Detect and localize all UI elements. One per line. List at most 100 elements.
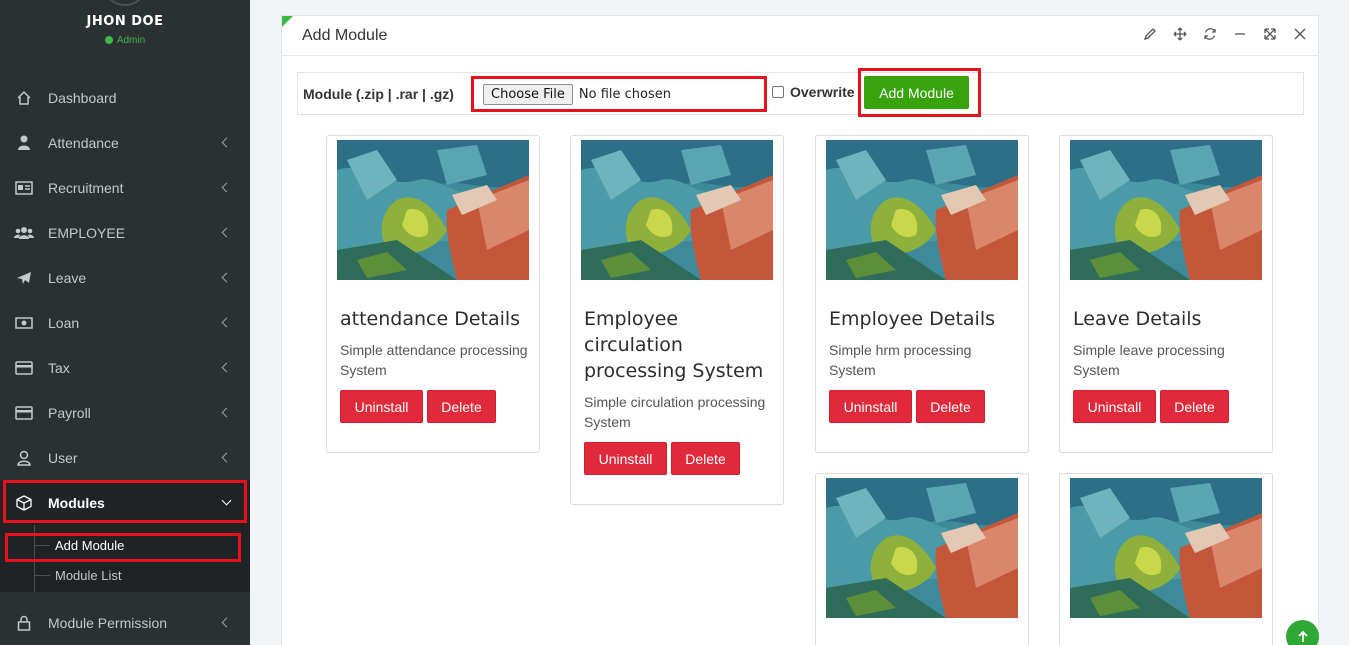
module-thumbnail (1070, 140, 1262, 280)
sidebar-item-tax[interactable]: Tax (0, 345, 250, 390)
sidebar-menu: Dashboard Attendance Recruitment EMPLOYE… (0, 75, 250, 525)
sidebar-item-loan[interactable]: Loan (0, 300, 250, 345)
delete-button[interactable]: Delete (671, 442, 740, 475)
minimize-icon[interactable] (1232, 26, 1248, 42)
upload-label: Module (.zip | .rar | .gz) (303, 85, 454, 102)
card-icon (14, 405, 34, 421)
user-box: JHON DOE Admin (0, 0, 250, 60)
overwrite-option: Overwrite (772, 84, 855, 100)
sidebar-item-attendance[interactable]: Attendance (0, 120, 250, 165)
card-actions: Uninstall Delete (340, 390, 530, 423)
card-body: Employee Details Simple hrm processing S… (829, 306, 1019, 423)
sidebar-item-recruitment[interactable]: Recruitment (0, 165, 250, 210)
module-thumbnail (581, 140, 773, 280)
close-icon[interactable] (1292, 26, 1308, 42)
module-thumbnail (826, 140, 1018, 280)
choose-file-button[interactable]: Choose File (483, 83, 573, 105)
card-body: Leave Details Simple leave processing Sy… (1073, 306, 1263, 423)
move-icon[interactable] (1172, 26, 1188, 42)
sidebar-item-label: EMPLOYEE (48, 224, 126, 241)
card-description: Simple circulation processing System (584, 394, 766, 430)
sidebar-item-dashboard[interactable]: Dashboard (0, 75, 250, 120)
submenu-item-label: Add Module (55, 537, 125, 553)
sidebar-item-payroll[interactable]: Payroll (0, 390, 250, 435)
card-title: attendance Details (340, 308, 521, 330)
sidebar-item-label: Leave (48, 269, 87, 286)
expand-icon[interactable] (1262, 26, 1278, 42)
overwrite-checkbox[interactable] (772, 86, 784, 98)
chevron-down-icon (221, 495, 232, 505)
sidebar-item-label: Modules (48, 494, 105, 511)
panel-title: Add Module (302, 26, 388, 44)
module-card-leave: Leave Details Simple leave processing Sy… (1059, 135, 1273, 453)
sidebar-item-leave[interactable]: Leave (0, 255, 250, 300)
chevron-left-icon (221, 317, 232, 327)
file-input[interactable]: Choose File No file chosen (471, 76, 767, 112)
id-card-icon (14, 180, 34, 196)
uninstall-button[interactable]: Uninstall (340, 390, 423, 423)
scroll-to-top-button[interactable] (1286, 620, 1319, 645)
sidebar-item-module-permission[interactable]: Module Permission (0, 600, 250, 645)
refresh-icon[interactable] (1202, 26, 1218, 42)
chevron-left-icon (221, 362, 232, 372)
card-title: Leave Details (1073, 308, 1202, 330)
add-module-button[interactable]: Add Module (864, 76, 969, 109)
submenu-item-module-list[interactable]: Module List (0, 560, 250, 590)
person-outline-icon (14, 450, 34, 466)
pencil-icon[interactable] (1142, 26, 1158, 42)
money-icon (14, 315, 34, 331)
submenu-item-label: Module List (55, 567, 122, 583)
sidebar-item-modules[interactable]: Modules (0, 480, 250, 525)
sidebar-item-label: Attendance (48, 134, 119, 151)
delete-button[interactable]: Delete (1160, 390, 1229, 423)
submenu-item-add-module[interactable]: Add Module (0, 530, 250, 560)
card-description: Simple hrm processing System (829, 342, 972, 378)
card-actions: Uninstall Delete (584, 442, 774, 475)
sidebar-item-label: Loan (48, 314, 80, 331)
module-thumbnail (826, 478, 1018, 618)
user-name: JHON DOE (86, 14, 164, 29)
module-card-employee: Employee Details Simple hrm processing S… (815, 135, 1029, 453)
user-role: Admin (0, 35, 250, 46)
overwrite-label: Overwrite (790, 84, 855, 100)
uninstall-button[interactable]: Uninstall (1073, 390, 1156, 423)
plane-icon (14, 270, 34, 286)
users-icon (14, 225, 34, 241)
card-title: Employee Details (829, 308, 996, 330)
delete-button[interactable]: Delete (427, 390, 496, 423)
sidebar-item-employee[interactable]: EMPLOYEE (0, 210, 250, 255)
chevron-left-icon (221, 617, 232, 627)
sidebar-item-label: Payroll (48, 404, 91, 421)
home-icon (14, 90, 34, 106)
chevron-left-icon (221, 272, 232, 282)
card-description: Simple attendance processing System (340, 342, 528, 378)
sidebar-item-label: Dashboard (48, 89, 117, 106)
module-card-circulation: Employee circulation processing System S… (570, 135, 784, 505)
panel-tools (1142, 26, 1308, 42)
module-card-attendance: attendance Details Simple attendance pro… (326, 135, 540, 453)
delete-button[interactable]: Delete (916, 390, 985, 423)
card-body: attendance Details Simple attendance pro… (340, 306, 530, 423)
chevron-left-icon (221, 407, 232, 417)
module-card-extra-2 (1059, 473, 1273, 645)
sidebar-item-label: Recruitment (48, 179, 124, 196)
module-card-extra-1 (815, 473, 1029, 645)
avatar[interactable] (102, 0, 148, 6)
online-status-icon (104, 36, 113, 44)
chevron-left-icon (221, 182, 232, 192)
user-role-label: Admin (116, 35, 146, 46)
chevron-left-icon (221, 227, 232, 237)
sidebar-item-label: Module Permission (48, 614, 168, 631)
card-actions: Uninstall Delete (829, 390, 1019, 423)
uninstall-button[interactable]: Uninstall (829, 390, 912, 423)
card-description: Simple leave processing System (1073, 342, 1225, 378)
add-module-highlight: Add Module (858, 68, 981, 117)
sidebar-item-label: User (48, 449, 78, 466)
sidebar-item-user[interactable]: User (0, 435, 250, 480)
panel-corner-accent (282, 16, 293, 27)
cube-icon (14, 494, 34, 511)
card-actions: Uninstall Delete (1073, 390, 1263, 423)
sidebar: JHON DOE Admin Dashboard Attendance Recr… (0, 0, 250, 645)
uninstall-button[interactable]: Uninstall (584, 442, 667, 475)
chevron-left-icon (221, 137, 232, 147)
